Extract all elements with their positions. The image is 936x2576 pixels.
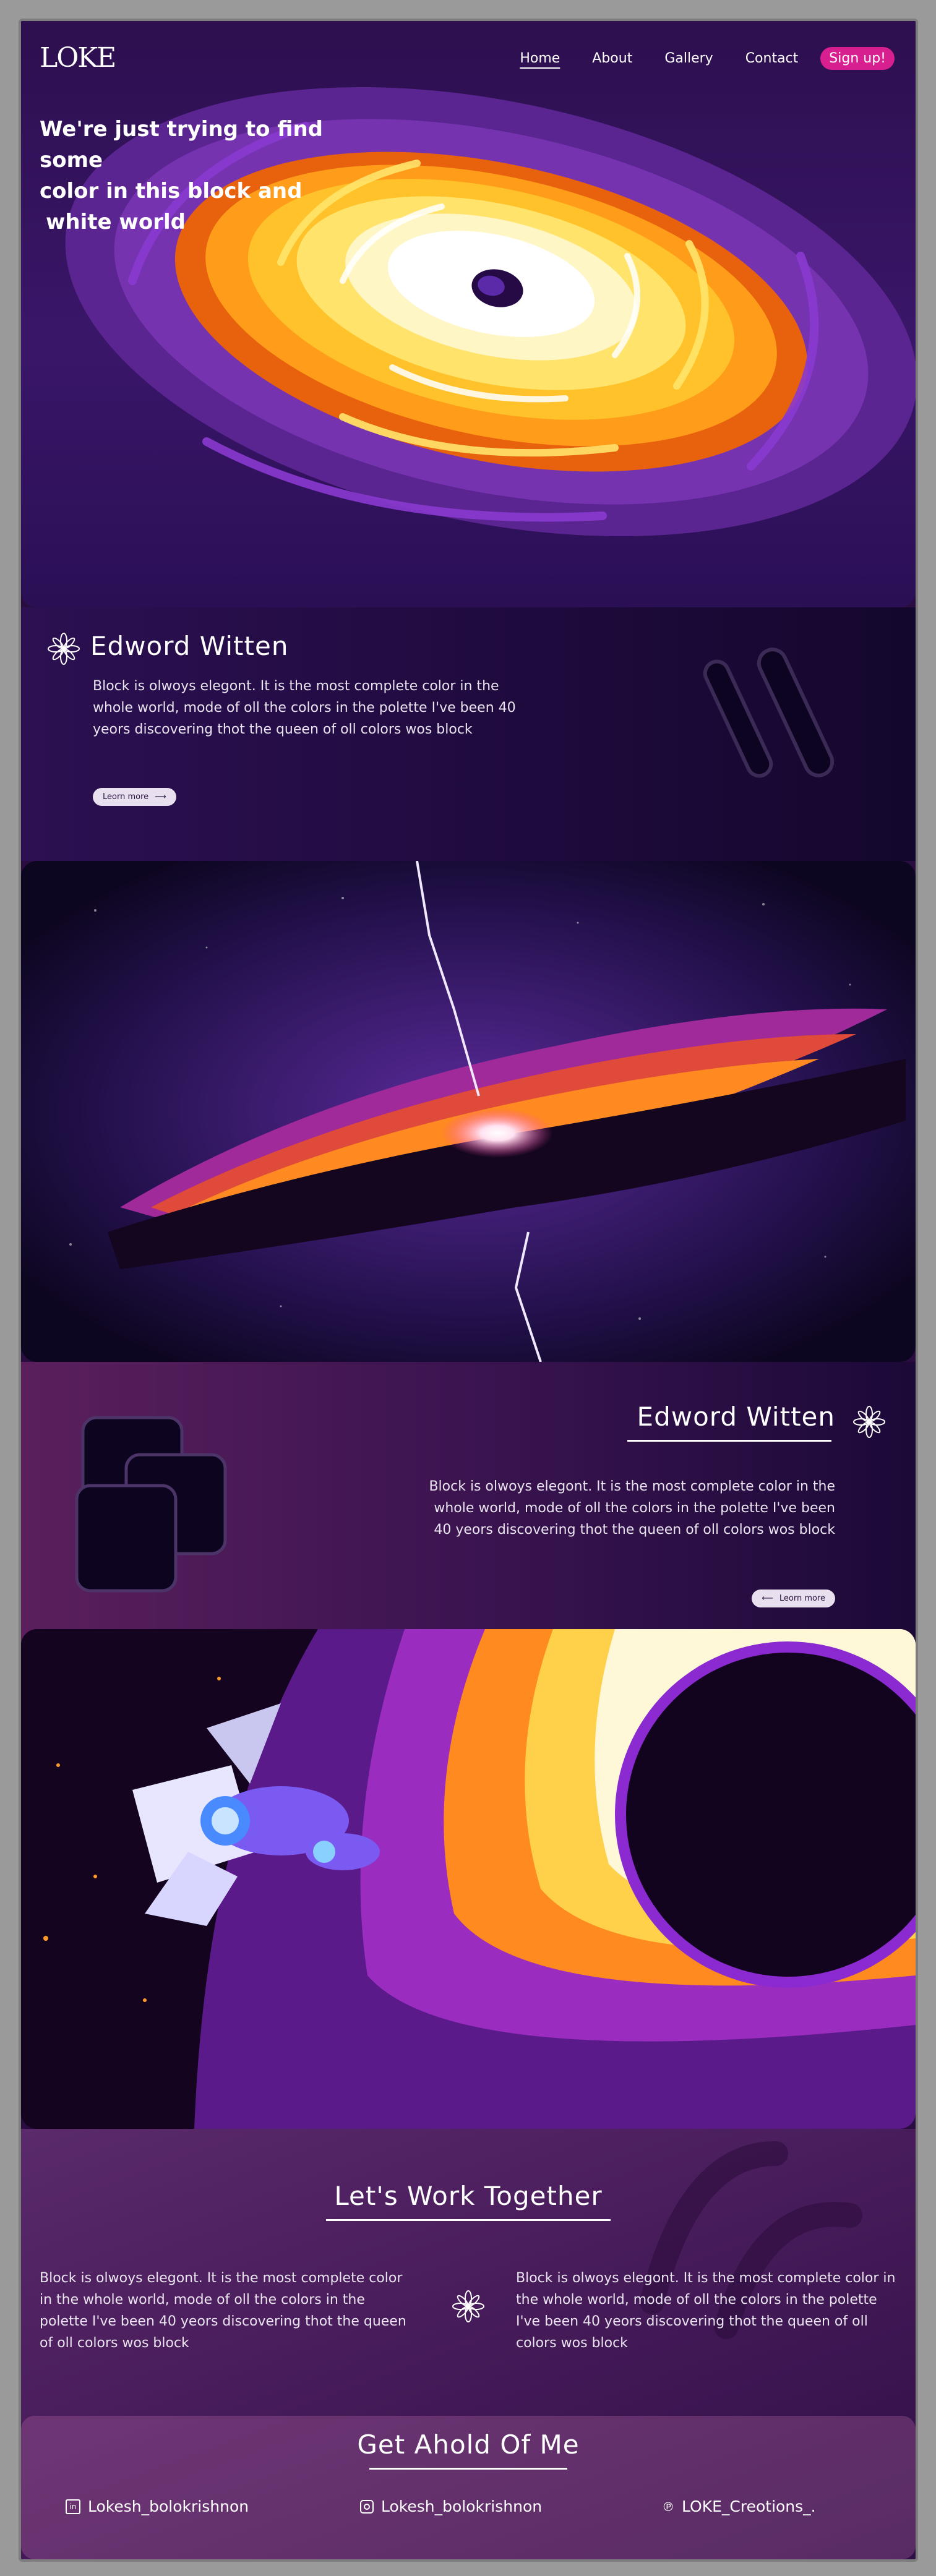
feature-1-body: Block is olwoys elegont. It is the most … bbox=[93, 678, 516, 737]
contact-link-pinterest[interactable]: ℗ LOKE_Creotions_. bbox=[662, 2497, 816, 2515]
title-underline bbox=[369, 2468, 567, 2470]
black-hole-illustration bbox=[65, 87, 916, 537]
contact-section: Get Ahold Of Me in Lokesh_bolokrishnon L… bbox=[21, 2416, 916, 2559]
flower-icon bbox=[48, 633, 80, 665]
feature-2-body: Block is olwoys elegont. It is the most … bbox=[429, 1479, 835, 1538]
linkedin-icon: in bbox=[66, 2499, 80, 2514]
spaceship-image-section bbox=[21, 1629, 916, 2129]
hero-title: We're just trying to find some color in … bbox=[40, 114, 386, 237]
contact-link-linkedin[interactable]: in Lokesh_bolokrishnon bbox=[66, 2497, 249, 2515]
work-right-text: Block is olwoys elegont. It is the most … bbox=[516, 2270, 896, 2351]
pinterest-label: LOKE_Creotions_. bbox=[682, 2497, 816, 2515]
learn-more-label: Leorn more bbox=[779, 1594, 825, 1603]
flower-icon bbox=[853, 1406, 885, 1438]
hero-title-line: white world bbox=[46, 210, 186, 234]
glass-pill-decoration bbox=[703, 648, 835, 778]
arrow-left-icon: ⟵ bbox=[762, 1594, 773, 1603]
hero-title-line: color in this block and bbox=[40, 179, 303, 203]
logo[interactable]: LOKE bbox=[40, 42, 116, 74]
work-left-text: Block is olwoys elegont. It is the most … bbox=[40, 2270, 406, 2351]
page-frame: We're just trying to find some color in … bbox=[19, 19, 918, 2562]
instagram-label: Lokesh_bolokrishnon bbox=[381, 2497, 543, 2515]
feature-section-1: Edword Witten Block is olwoys elegont. I… bbox=[21, 607, 916, 861]
linkedin-label: Lokesh_bolokrishnon bbox=[88, 2497, 249, 2515]
title-underline bbox=[627, 1440, 831, 1442]
learn-more-label: Leorn more bbox=[103, 792, 149, 802]
contact-link-instagram[interactable]: Lokesh_bolokrishnon bbox=[360, 2497, 542, 2515]
hero-section: We're just trying to find some color in … bbox=[21, 21, 916, 607]
nav-home[interactable]: Home bbox=[520, 51, 560, 66]
work-title: Let's Work Together bbox=[334, 2181, 603, 2211]
flower-icon bbox=[452, 2290, 484, 2322]
title-underline bbox=[326, 2219, 611, 2221]
nav-gallery[interactable]: Gallery bbox=[664, 51, 713, 66]
accretion-disk-illustration bbox=[21, 861, 916, 1362]
instagram-icon bbox=[360, 2499, 374, 2514]
spaceship-black-hole-illustration bbox=[21, 1629, 916, 2129]
feature-section-2: Edword Witten Block is olwoys elegont. I… bbox=[21, 1362, 916, 1650]
learn-more-button[interactable]: Leorn more ⟶ bbox=[93, 788, 176, 806]
feature-1-title: Edword Witten bbox=[90, 631, 289, 661]
feature-2-title: Edword Witten bbox=[637, 1401, 835, 1432]
nav-contact[interactable]: Contact bbox=[745, 51, 799, 66]
nav-menu: Home About Gallery Contact Sign up! bbox=[520, 47, 895, 70]
top-nav: LOKE Home About Gallery Contact Sign up! bbox=[21, 21, 916, 95]
hero-title-line: We're just trying to find some bbox=[40, 117, 324, 173]
glass-cards-decoration bbox=[75, 1416, 227, 1593]
nav-about[interactable]: About bbox=[592, 51, 632, 66]
signup-button[interactable]: Sign up! bbox=[820, 47, 895, 70]
contact-title: Get Ahold Of Me bbox=[357, 2429, 580, 2460]
learn-more-button[interactable]: ⟵ Leorn more bbox=[752, 1590, 835, 1607]
pinterest-icon: ℗ bbox=[662, 2499, 674, 2514]
arrow-right-icon: ⟶ bbox=[155, 792, 166, 802]
galaxy-image-section bbox=[21, 861, 916, 1362]
